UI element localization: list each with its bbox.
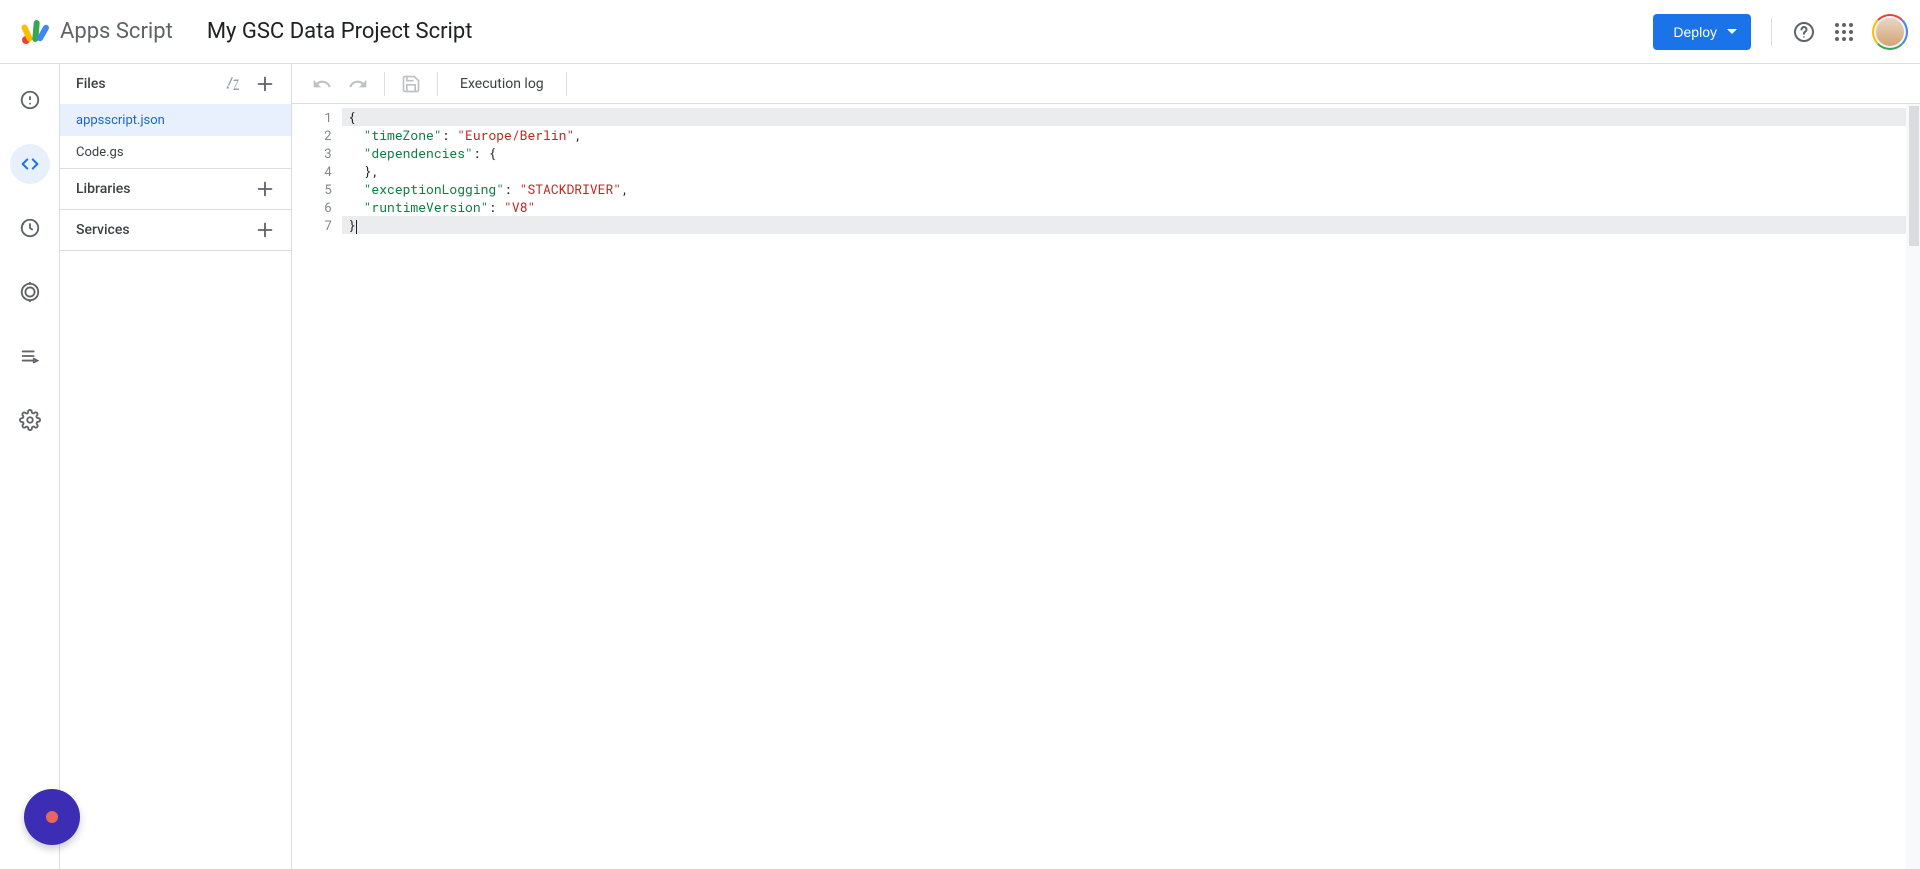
main-area: Execution log 1234567 { "timeZone": "Eur…	[292, 64, 1920, 869]
save-icon[interactable]	[395, 68, 427, 100]
code-area[interactable]: { "timeZone": "Europe/Berlin", "dependen…	[342, 104, 1920, 869]
nav-settings[interactable]	[10, 400, 50, 440]
line-gutter: 1234567	[292, 104, 342, 869]
logo-area[interactable]: Apps Script	[20, 16, 173, 48]
code-token: "STACKDRIVER"	[520, 180, 621, 198]
sort-files-icon[interactable]	[217, 68, 249, 100]
nav-rail	[0, 64, 60, 869]
app-body: Files appsscript.json Code.gs Libraries	[0, 64, 1920, 869]
record-dot-icon	[46, 811, 58, 823]
account-avatar[interactable]	[1872, 14, 1908, 50]
sidebar: Files appsscript.json Code.gs Libraries	[60, 64, 292, 869]
nav-logs[interactable]	[10, 336, 50, 376]
project-title[interactable]: My GSC Data Project Script	[207, 19, 473, 44]
code-token: :	[504, 180, 520, 198]
code-token: "timeZone"	[364, 126, 442, 144]
libraries-section: Libraries	[60, 169, 291, 210]
nav-triggers[interactable]	[10, 272, 50, 312]
editor-toolbar: Execution log	[292, 64, 1920, 104]
code-token: :	[488, 198, 504, 216]
code-token: },	[348, 162, 379, 180]
app-header: Apps Script My GSC Data Project Script D…	[0, 0, 1920, 64]
nav-overview[interactable]	[10, 80, 50, 120]
execution-log-button[interactable]: Execution log	[448, 76, 556, 92]
services-title: Services	[76, 222, 130, 238]
file-name: Code.gs	[76, 145, 124, 160]
google-apps-icon[interactable]	[1832, 20, 1856, 44]
code-token: "dependencies"	[364, 144, 473, 162]
code-token: }	[348, 216, 356, 234]
add-file-icon[interactable]	[249, 68, 281, 100]
apps-script-logo-icon	[20, 16, 52, 48]
separator	[566, 72, 567, 96]
code-token: :	[473, 144, 489, 162]
files-section: Files appsscript.json Code.gs	[60, 64, 291, 169]
record-fab[interactable]	[24, 789, 80, 845]
code-editor[interactable]: 1234567 { "timeZone": "Europe/Berlin", "…	[292, 104, 1920, 869]
code-token: "Europe/Berlin"	[457, 126, 574, 144]
text-cursor	[356, 220, 357, 234]
code-token: ,	[574, 126, 582, 144]
services-section: Services	[60, 210, 291, 251]
files-title: Files	[76, 76, 106, 92]
code-token: :	[442, 126, 458, 144]
header-right: Deploy	[1653, 14, 1908, 50]
code-token: {	[488, 144, 496, 162]
files-header: Files	[60, 64, 291, 104]
libraries-title: Libraries	[76, 181, 130, 197]
libraries-header: Libraries	[60, 169, 291, 209]
nav-editor[interactable]	[10, 144, 50, 184]
code-token: "runtimeVersion"	[364, 198, 489, 216]
code-token: "exceptionLogging"	[364, 180, 504, 198]
code-token: {	[348, 108, 356, 126]
scrollbar-thumb[interactable]	[1909, 106, 1919, 246]
separator	[384, 72, 385, 96]
file-item-code[interactable]: Code.gs	[60, 136, 291, 168]
deploy-label: Deploy	[1673, 24, 1717, 40]
file-name: appsscript.json	[76, 113, 165, 128]
services-header: Services	[60, 210, 291, 250]
add-library-icon[interactable]	[249, 173, 281, 205]
help-icon[interactable]	[1792, 20, 1816, 44]
file-item-appsscript[interactable]: appsscript.json	[60, 104, 291, 136]
redo-icon[interactable]	[342, 68, 374, 100]
chevron-down-icon	[1727, 29, 1737, 34]
product-name: Apps Script	[60, 19, 173, 44]
code-token: "V8"	[504, 198, 535, 216]
code-token: ,	[621, 180, 629, 198]
add-service-icon[interactable]	[249, 214, 281, 246]
vertical-scrollbar[interactable]	[1906, 104, 1920, 869]
nav-executions[interactable]	[10, 208, 50, 248]
undo-icon[interactable]	[306, 68, 338, 100]
separator	[1771, 18, 1772, 46]
separator	[437, 72, 438, 96]
deploy-button[interactable]: Deploy	[1653, 14, 1751, 50]
